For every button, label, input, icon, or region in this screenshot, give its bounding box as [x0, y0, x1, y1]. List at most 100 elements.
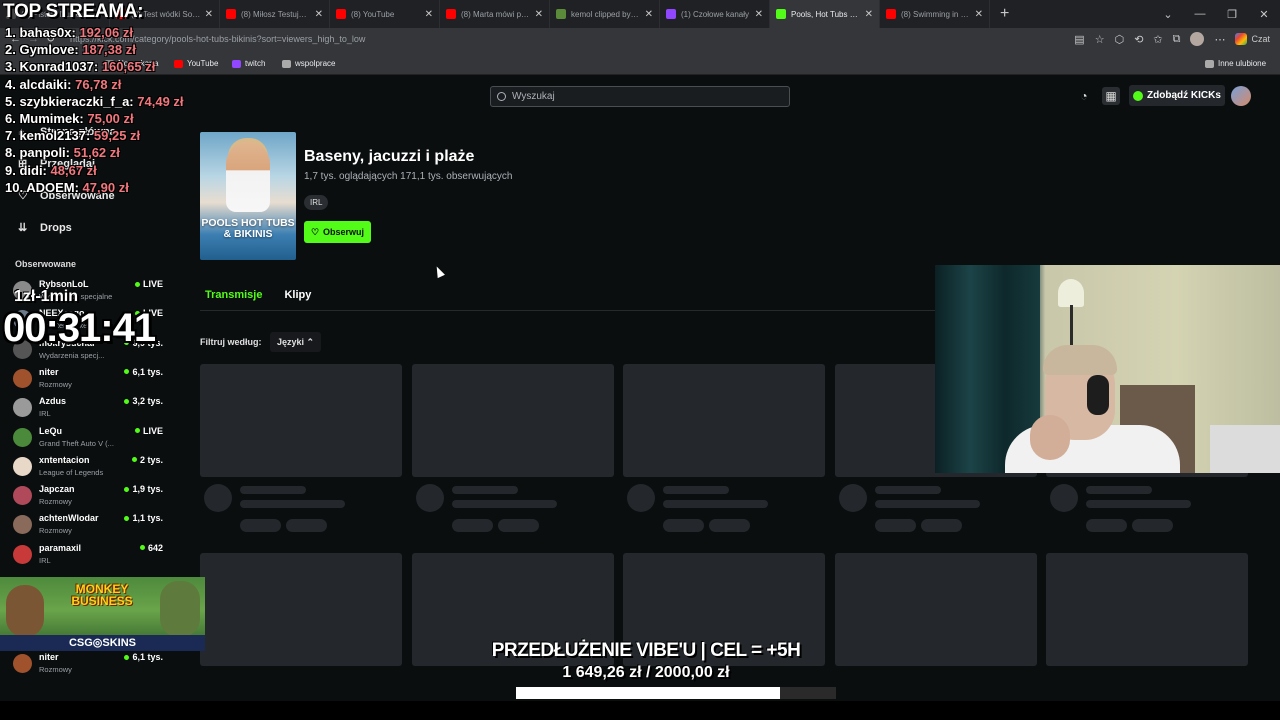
tab-close-icon[interactable]: ✕ [865, 9, 873, 20]
goal-progress-fill [516, 687, 780, 699]
donor-amount: 51,62 zł [73, 145, 120, 161]
czat-button[interactable]: Czat [1235, 33, 1270, 45]
donor-amount: 47,90 zł [82, 179, 129, 195]
address-bar-icons: ▤ ☆ ⬡ ⟲ ✩ ⧉ ⋯ Czat [1074, 32, 1270, 46]
donor-name: 6. Mumimek: [5, 111, 84, 126]
viewer-count: 3,2 tys. [124, 396, 163, 406]
channel-placeholder [663, 500, 768, 508]
sidebar-item-channel[interactable]: paramaxil IRL 642 [13, 543, 163, 571]
language-filter-button[interactable]: Języki ⌃ [270, 332, 322, 352]
tab-close-icon[interactable]: ✕ [425, 9, 433, 20]
browser-tab[interactable]: (8) Swimming in the ✕ [880, 0, 990, 28]
user-avatar[interactable] [1231, 86, 1251, 106]
notifications-icon[interactable]: ◔ [1075, 87, 1093, 105]
reader-icon[interactable]: ▤ [1074, 33, 1084, 46]
close-window-icon[interactable]: ✕ [1248, 8, 1280, 21]
browser-tab[interactable]: (1) Czołowe kanały ✕ [660, 0, 770, 28]
stream-card-placeholder[interactable] [1046, 553, 1248, 666]
category-title: Baseny, jacuzzi i plaże [304, 148, 475, 165]
sidebar-item-channel[interactable]: Azdus IRL 3,2 tys. [13, 396, 163, 424]
stream-card-placeholder[interactable] [835, 553, 1037, 666]
tab-clips[interactable]: Klipy [279, 283, 316, 311]
get-kicks-button[interactable]: Zdobądź KICKs [1129, 85, 1225, 106]
collections-icon[interactable]: ⧉ [1173, 33, 1181, 46]
nav-drops[interactable]: ⇊ Drops [18, 222, 72, 234]
star-icon[interactable]: ☆ [1095, 33, 1105, 46]
sidebar-item-channel[interactable]: xntentacion League of Legends 2 tys. [13, 455, 163, 483]
bookmark-other[interactable]: Inne ulubione [1205, 59, 1266, 68]
profile-avatar[interactable] [1190, 32, 1205, 46]
ad-brand: CSG◎SKINS [0, 635, 205, 651]
browser-tab[interactable]: (8) Marta mówi pios ✕ [440, 0, 550, 28]
stream-card-placeholder[interactable] [412, 364, 614, 532]
bookmark-label: YouTube [187, 59, 219, 68]
language-filter-label: Języki [277, 337, 305, 347]
donor-name: 10. ADOEM: [5, 179, 79, 195]
stream-card-placeholder[interactable] [623, 364, 825, 532]
extension-icon[interactable]: ⬡ [1115, 33, 1125, 46]
following-section-title: Obserwowane [15, 259, 77, 269]
donor-entry: 6. Mumimek: 75,00 zł [5, 111, 134, 126]
dashboard-icon[interactable]: ▦ [1102, 87, 1120, 105]
status-label: 642 [147, 542, 163, 553]
thumbnail-placeholder [623, 364, 825, 477]
tab-search-icon[interactable]: ⌄ [1152, 8, 1184, 21]
thumbnail-placeholder [200, 553, 402, 666]
status-label: 3,2 tys. [132, 396, 163, 407]
sidebar-item-channel[interactable]: achtenWlodar Rozmowy 1,1 tys. [13, 513, 163, 541]
viewer-count: 6,1 tys. [124, 652, 163, 662]
donor-name: 4. alcdaiki: [5, 76, 72, 92]
goal-progress-bar [516, 687, 836, 699]
sidebar-item-channel[interactable]: Japczan Rozmowy 1,9 tys. [13, 484, 163, 512]
status-label: LIVE [142, 279, 163, 289]
donor-entry: 1. bahas0x: 192,06 zł [5, 25, 133, 40]
stream-card-placeholder[interactable] [200, 553, 402, 666]
sidebar-item-channel[interactable]: LeQu Grand Theft Auto V (... LIVE [13, 426, 163, 454]
donor-name: 3. Konrad1037: [5, 59, 99, 75]
screen: (8) Piston, Nusiek i M ✕ (8) Test wódki So… [0, 0, 1280, 720]
bookmark-youtube[interactable]: YouTube [174, 59, 218, 68]
thumbnail-person [226, 142, 270, 212]
minimize-icon[interactable]: — [1184, 8, 1216, 20]
tab-close-icon[interactable]: ✕ [975, 9, 983, 20]
favorites-icon[interactable]: ✩ [1153, 33, 1162, 46]
new-tab-icon[interactable]: + [990, 5, 1019, 23]
bookmark-twitch[interactable]: twitch [232, 59, 265, 68]
follow-button[interactable]: ♡ Obserwuj [304, 221, 371, 243]
sidebar-item-niter-bottom[interactable]: niter Rozmowy 6,1 tys. [13, 652, 163, 680]
more-icon[interactable]: ⋯ [1214, 33, 1225, 46]
browser-tab-bar: (8) Piston, Nusiek i M ✕ (8) Test wódki So… [0, 0, 1280, 28]
donor-name: 5. szybkieraczki_f_a: [5, 93, 134, 109]
browser-tab[interactable]: kemol clipped by Cy ✕ [550, 0, 660, 28]
title-placeholder [875, 486, 941, 494]
overlay-title: TOP STREAMA: [3, 1, 144, 22]
viewer-count: 642 [139, 542, 163, 553]
browser-tab[interactable]: (8) Miłosz Testuje - Y ✕ [220, 0, 330, 28]
bookmark-wspolprace[interactable]: wspolprace [282, 59, 335, 68]
search-box[interactable] [490, 86, 790, 107]
tab-close-icon[interactable]: ✕ [205, 9, 213, 20]
tag-placeholder [452, 519, 493, 532]
tab-label: (8) Miłosz Testuje - Y [241, 9, 311, 19]
donor-name: 1. bahas0x: [5, 25, 76, 40]
tab-streams[interactable]: Transmisje [200, 283, 267, 311]
viewer-count: 1,9 tys. [124, 484, 163, 494]
ad-title: MONKEY BUSINESS [71, 582, 133, 608]
tab-close-icon[interactable]: ✕ [315, 9, 323, 20]
title-placeholder [663, 486, 729, 494]
search-input[interactable] [512, 91, 772, 102]
cam-headset [1087, 375, 1109, 415]
browser-tab[interactable]: Pools, Hot Tubs & Bi ✕ [770, 0, 880, 28]
stream-card-placeholder[interactable] [200, 364, 402, 532]
maximize-icon[interactable]: ❐ [1216, 8, 1248, 21]
title-placeholder [1086, 486, 1152, 494]
tab-close-icon[interactable]: ✕ [535, 9, 543, 20]
category-tag[interactable]: IRL [304, 195, 329, 210]
channel-category: Grand Theft Auto V (... [39, 438, 114, 448]
sync-icon[interactable]: ⟲ [1134, 33, 1143, 46]
sidebar-item-channel[interactable]: niter Rozmowy 6,1 tys. [13, 367, 163, 395]
channel-name: paramaxil [39, 542, 82, 553]
tab-close-icon[interactable]: ✕ [645, 9, 653, 20]
tab-close-icon[interactable]: ✕ [755, 9, 763, 20]
browser-tab[interactable]: (8) YouTube ✕ [330, 0, 440, 28]
